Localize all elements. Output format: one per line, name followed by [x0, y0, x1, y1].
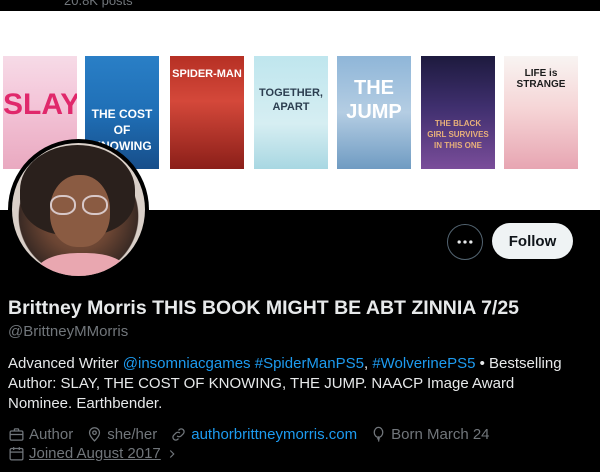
- book-cover-spider-man: SPIDER-MAN: [170, 56, 244, 169]
- meta-category: Author: [8, 426, 73, 443]
- avatar[interactable]: [8, 139, 149, 280]
- calendar-icon: [9, 447, 24, 461]
- book-cover-title: THE JUMP: [346, 77, 402, 123]
- book-cover-life-is-strange: LIFE is STRANGE: [504, 56, 578, 169]
- chevron-right-icon: [169, 449, 175, 458]
- briefcase-icon: [9, 428, 24, 441]
- link-icon: [172, 428, 185, 441]
- meta-website[interactable]: authorbrittneymorris.com: [170, 426, 357, 443]
- more-horizontal-icon: [457, 240, 473, 244]
- book-cover-title: THE BLACK GIRL SURVIVES IN THIS ONE: [427, 119, 489, 150]
- book-cover-the-jump: THE JUMP: [337, 56, 411, 169]
- profile-meta: Author she/her authorbrittneymorris.com …: [8, 426, 503, 443]
- posts-count: 20.8K posts: [64, 0, 133, 8]
- book-cover-black-girl-survives: THE BLACK GIRL SURVIVES IN THIS ONE: [421, 56, 495, 169]
- location-pin-icon: [89, 427, 101, 442]
- balloon-icon: [373, 426, 384, 443]
- follow-button[interactable]: Follow: [492, 223, 573, 259]
- more-options-button[interactable]: [447, 224, 483, 260]
- book-cover-title: SLAY: [3, 88, 77, 121]
- meta-birthday: Born March 24: [370, 426, 490, 443]
- display-name: Brittney Morris THIS BOOK MIGHT BE ABT Z…: [8, 297, 520, 319]
- bio-hashtag-link[interactable]: #SpiderManPS5: [255, 355, 364, 372]
- meta-joined[interactable]: Joined August 2017: [8, 445, 183, 462]
- avatar-photo: [12, 143, 145, 276]
- profile-bio: Advanced Writer @insomniacgames #SpiderM…: [8, 355, 562, 412]
- book-cover-together-apart: TOGETHER, APART: [254, 56, 328, 169]
- profile-meta-joined: Joined August 2017: [8, 445, 196, 462]
- website-link[interactable]: authorbrittneymorris.com: [191, 426, 357, 443]
- book-cover-title: SPIDER-MAN: [172, 68, 242, 80]
- profile-header-bar: 20.8K posts: [0, 0, 600, 11]
- glasses: [48, 195, 112, 217]
- meta-pronouns: she/her: [86, 426, 157, 443]
- bio-hashtag-link[interactable]: #WolverinePS5: [372, 355, 475, 372]
- bio-mention-link[interactable]: @insomniacgames: [123, 355, 251, 372]
- book-cover-title: TOGETHER, APART: [259, 87, 323, 113]
- book-cover-title: LIFE is STRANGE: [516, 68, 566, 90]
- user-handle: @BrittneyMMorris: [8, 323, 129, 340]
- bio-text: Advanced Writer: [8, 355, 123, 372]
- joined-date[interactable]: Joined August 2017: [29, 445, 161, 462]
